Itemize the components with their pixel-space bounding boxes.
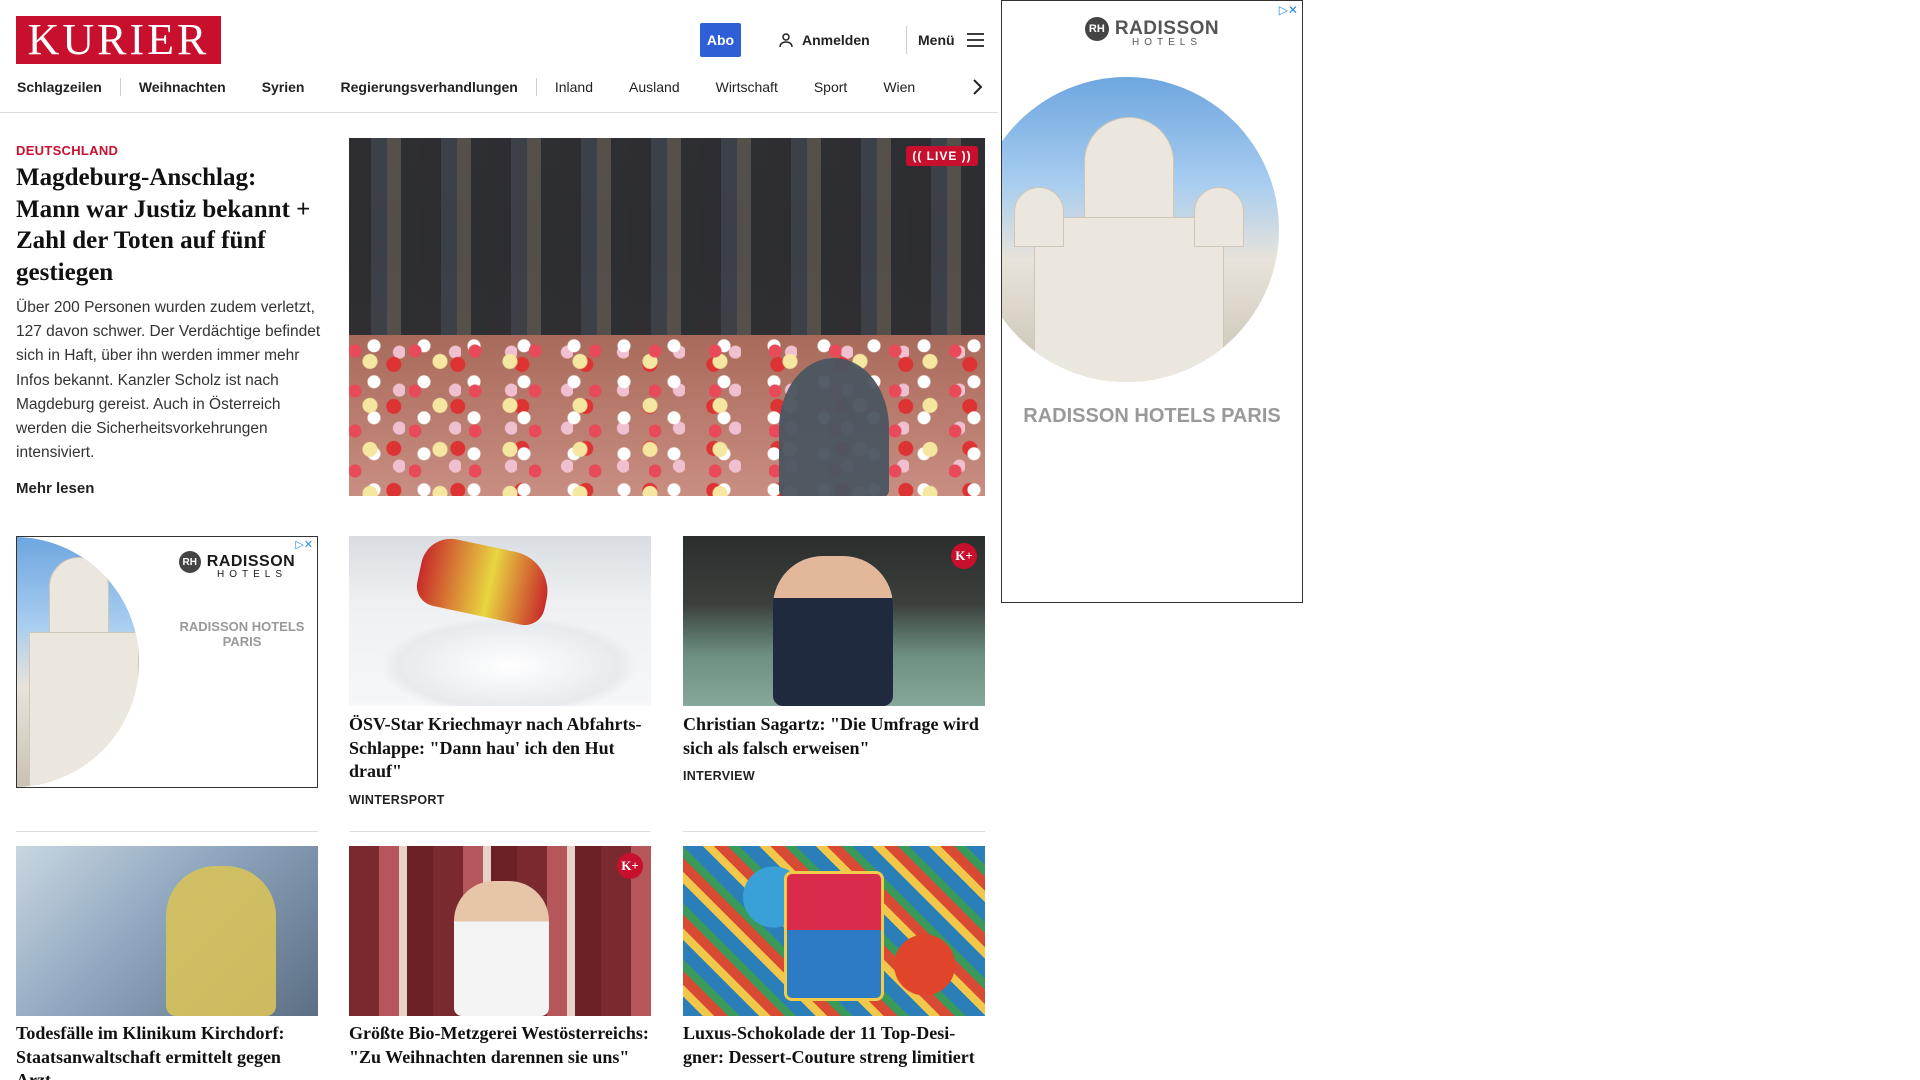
statue-shape	[779, 358, 889, 496]
ad-photo-circle	[1002, 77, 1279, 382]
nav-item-ausland[interactable]: Ausland	[611, 79, 698, 95]
card-image[interactable]	[683, 536, 985, 706]
radisson-logo-icon: RH	[178, 551, 201, 573]
nav-item-wirtschaft[interactable]: Wirtschaft	[698, 79, 796, 95]
lead-teaser: Über 200 Personen wurden zudem verletzt,…	[16, 299, 321, 462]
menu-button[interactable]: Menü	[918, 28, 984, 52]
header-divider	[906, 26, 907, 54]
basilica-side-dome	[1194, 187, 1244, 247]
card-headline[interactable]: Todesfälle im Klinikum Kirchdorf: Staats…	[16, 1022, 318, 1080]
person-shape	[773, 556, 893, 706]
nav-item-schlagzeilen[interactable]: Schlagzeilen	[16, 79, 120, 95]
card-headline[interactable]: Luxus-Schokolade der 11 Top-Desi­gner: D…	[683, 1022, 985, 1069]
abo-button[interactable]: Abo	[700, 23, 741, 57]
row-divider	[349, 831, 651, 832]
medic-shape	[166, 866, 276, 1016]
radisson-logo-icon: RH	[1084, 17, 1109, 41]
basilica-body	[29, 632, 139, 787]
flowers-shape	[349, 334, 985, 496]
kurier-plus-badge: K+	[617, 853, 643, 879]
nav-item-syrien[interactable]: Syrien	[244, 79, 323, 95]
nav-item-wien[interactable]: Wien	[865, 79, 933, 95]
ad-brand-sub: HOTELS	[1131, 37, 1202, 48]
lead-category[interactable]: DEUTSCHLAND	[16, 143, 118, 158]
nav-item-weihnachten[interactable]: Weihnachten	[121, 79, 244, 95]
kurier-logo[interactable]: KURIER	[16, 16, 221, 64]
card-tag[interactable]: INTERVIEW	[683, 769, 755, 783]
nav-item-regierungsverhandlungen[interactable]: Regierungsverhandlungen	[323, 79, 536, 95]
hamburger-icon	[966, 33, 984, 47]
ad-brand: RH RADISSON HOTELS	[1002, 17, 1302, 48]
ad-banner-small[interactable]: ▷✕ RH RADISSON HOTELS RADISSON HOTELS PAR…	[16, 536, 318, 788]
ad-brand-name: RADISSON	[206, 553, 296, 570]
ad-caption: RADISSON HOTELS PARIS	[179, 619, 305, 649]
section-nav: Schlagzeilen Weihnachten Syrien Regierun…	[16, 76, 988, 98]
nav-item-sport[interactable]: Sport	[796, 79, 865, 95]
nav-item-inland[interactable]: Inland	[537, 79, 611, 95]
chocolate-tin-shape	[784, 871, 884, 1001]
butcher-shape	[454, 881, 549, 1016]
card-tag[interactable]: WINTERSPORT	[349, 793, 445, 807]
crowd-shape	[349, 138, 985, 360]
read-more-link[interactable]: Mehr lesen	[16, 480, 94, 497]
kurier-plus-badge: K+	[951, 543, 977, 569]
row-divider	[683, 831, 985, 832]
ad-brand: RH RADISSON HOTELS	[167, 551, 307, 580]
ad-brand-name: RADISSON	[1114, 18, 1220, 39]
menu-label: Menü	[918, 32, 955, 48]
basilica-dome	[1084, 117, 1174, 227]
live-badge: (( LIVE ))	[906, 146, 978, 166]
basilica-dome	[49, 557, 109, 637]
lead-image[interactable]	[349, 138, 985, 496]
row-divider	[16, 831, 318, 832]
adchoices-icon[interactable]: ▷✕	[1279, 3, 1298, 17]
chevron-right-icon[interactable]	[967, 77, 987, 97]
skier-shape	[413, 536, 555, 629]
ad-caption: RADISSON HOTELS PARIS	[1023, 405, 1281, 427]
card-image[interactable]	[349, 846, 651, 1016]
user-icon	[779, 33, 793, 48]
card-headline[interactable]: ÖSV-Star Kriechmayr nach Ab­fahrts-Schla…	[349, 713, 651, 784]
adchoices-icon[interactable]: ▷✕	[295, 538, 313, 551]
login-button[interactable]: Anmelden	[778, 28, 870, 52]
snow-shape	[379, 616, 639, 706]
ad-photo-circle	[17, 537, 139, 787]
card-headline[interactable]: Christian Sagartz: "Die Umfrage wird sic…	[683, 713, 985, 760]
card-image[interactable]	[16, 846, 318, 1016]
basilica-side-dome	[1014, 187, 1064, 247]
lead-headline[interactable]: Magdeburg-Anschlag: Mann war Justiz beka…	[16, 162, 322, 288]
login-label: Anmelden	[802, 32, 870, 48]
nav-bottom-border	[0, 112, 998, 113]
card-headline[interactable]: Größte Bio-Metzgerei Westöster­reichs: "…	[349, 1022, 651, 1069]
ad-banner-right[interactable]: ▷✕ RH RADISSON HOTELS RADISSON HOTELS PAR…	[1001, 0, 1303, 603]
card-image[interactable]	[683, 846, 985, 1016]
card-image[interactable]	[349, 536, 651, 706]
